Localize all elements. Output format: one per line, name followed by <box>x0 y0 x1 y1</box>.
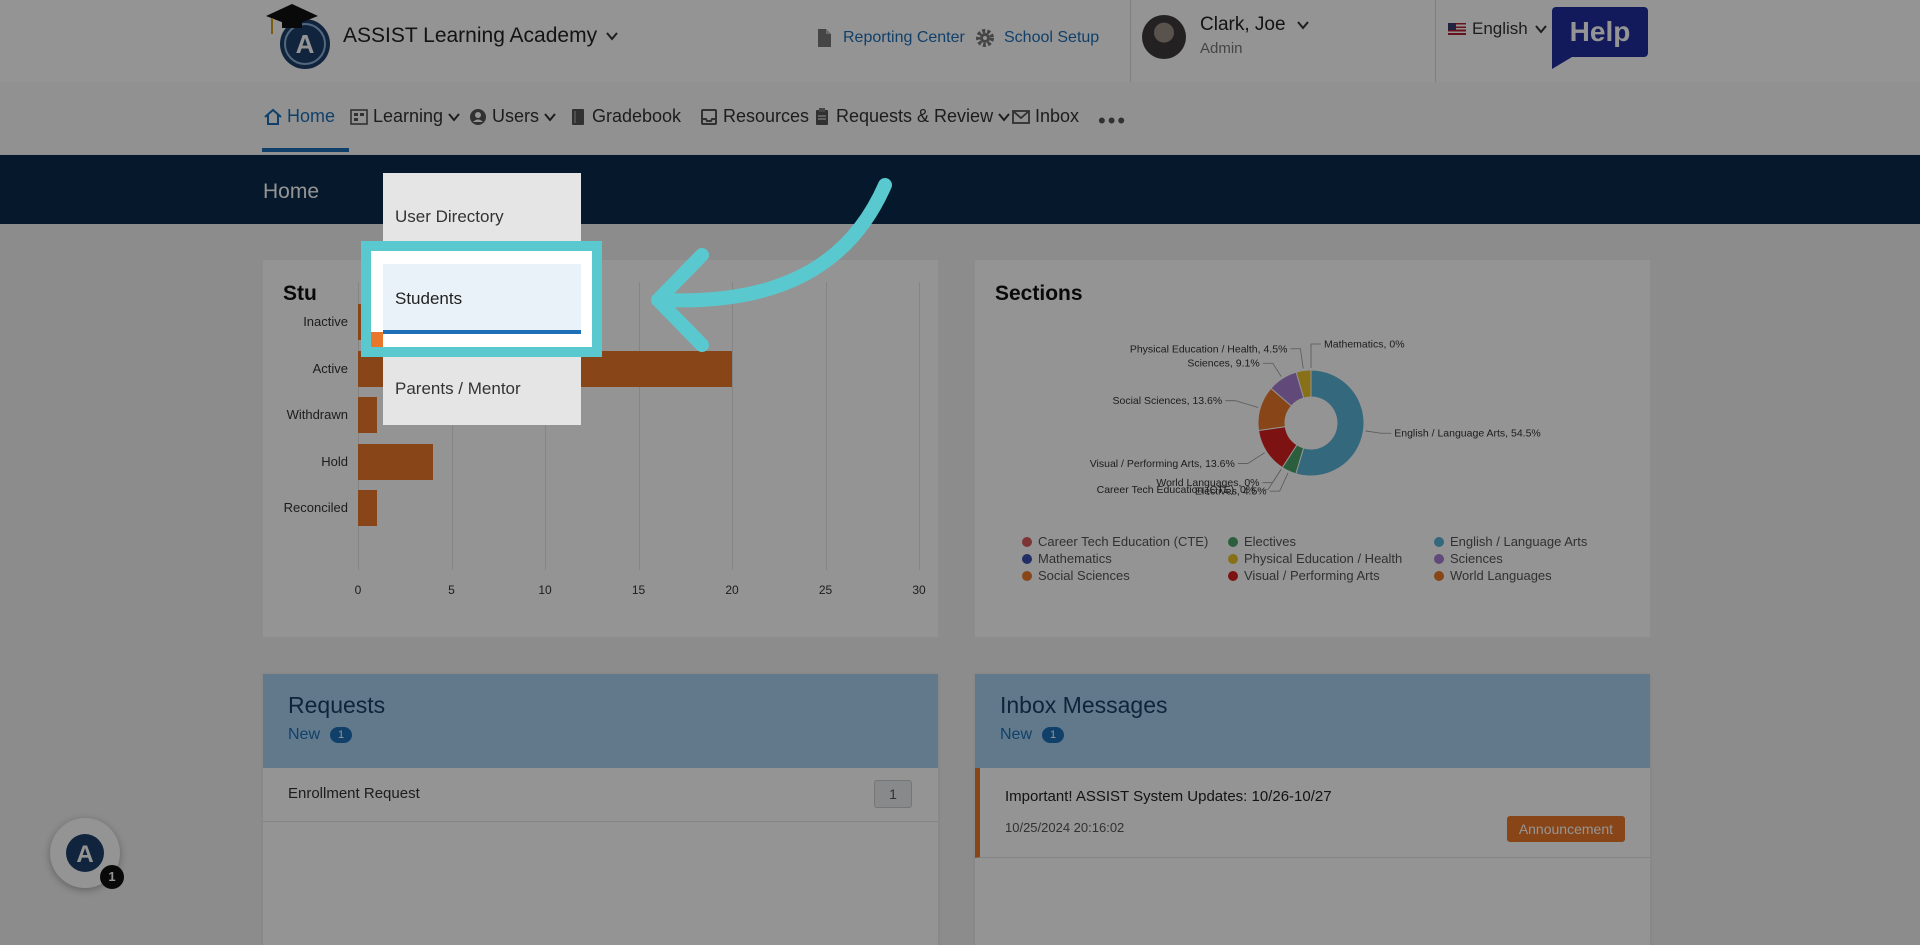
menu-item-user-directory[interactable]: User Directory <box>395 207 504 227</box>
tutorial-highlight-box <box>361 241 602 357</box>
menu-item-parents-mentor[interactable]: Parents / Mentor <box>395 379 521 399</box>
tutorial-overlay <box>0 0 1920 945</box>
tutorial-arrow-icon <box>651 178 892 352</box>
